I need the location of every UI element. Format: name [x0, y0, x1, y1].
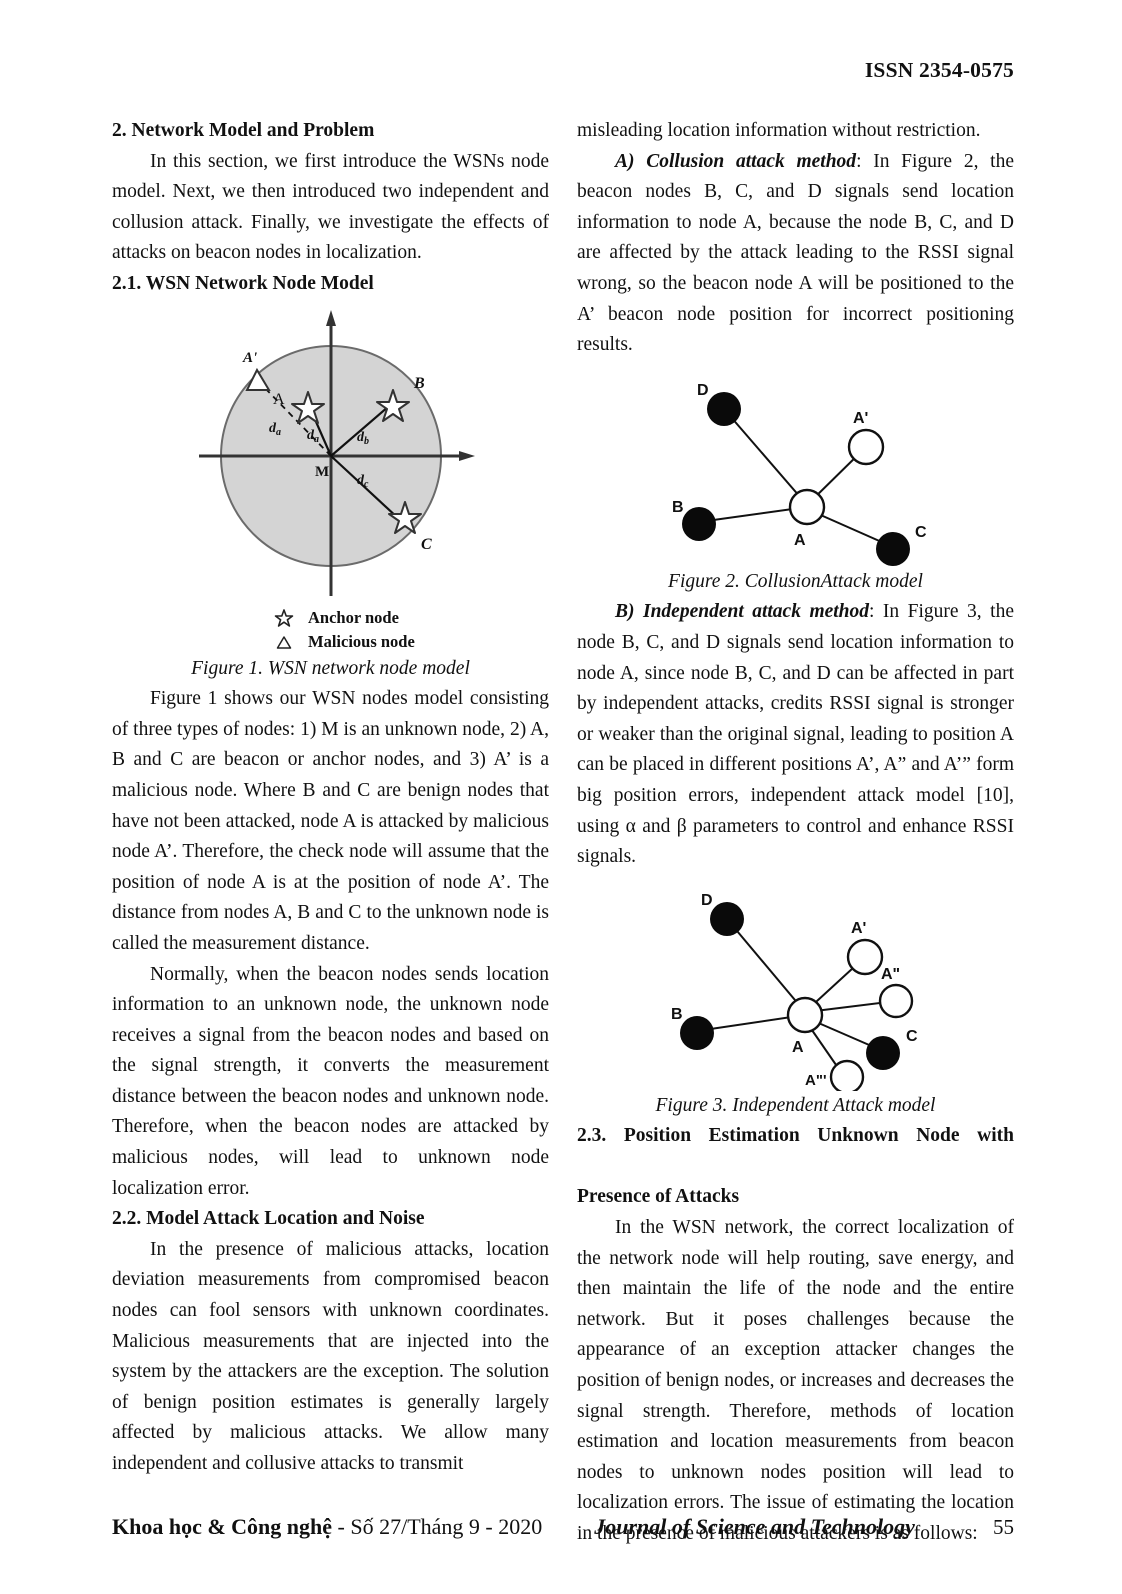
node-atripleprime-hollow	[829, 1059, 864, 1091]
label-node-a: A	[273, 391, 285, 408]
legend-label-malicious-node: Malicious node	[308, 632, 415, 652]
footer-journal-english: Journal of Science and Technology	[594, 1514, 915, 1539]
label-node-adoubleprime: A"	[881, 966, 900, 983]
label-independent-attack-method: B) Independent attack method	[615, 601, 870, 623]
legend-row-malicious: Malicious node	[274, 630, 549, 654]
footer-page-number: 55	[993, 1515, 1014, 1539]
label-node-b: B	[671, 1006, 683, 1023]
label-node-m: M	[315, 464, 329, 480]
figure-3-caption: Figure 3. Independent Attack model	[655, 1094, 936, 1116]
paragraph-intro: In this section, we first introduce the …	[112, 150, 549, 264]
legend-row-anchor: Anchor node	[274, 606, 549, 630]
left-column: 2. Network Model and Problem In this sec…	[112, 116, 549, 1480]
node-adoubleprime-hollow	[878, 983, 913, 1018]
figure-1-caption: Figure 1. WSN network node model	[191, 657, 470, 679]
label-node-d: D	[701, 892, 713, 909]
label-node-d: D	[697, 382, 709, 399]
heading-section-2-2: 2.2. Model Attack Location and Noise	[112, 1208, 425, 1230]
node-aprime-hollow	[847, 428, 884, 465]
heading-section-2: 2. Network Model and Problem	[112, 120, 375, 141]
legend-label-anchor-node: Anchor node	[308, 608, 399, 628]
label-node-c: C	[421, 536, 432, 553]
label-node-a: A	[794, 532, 806, 549]
y-axis-arrow	[325, 309, 336, 326]
node-b-filled	[679, 1015, 714, 1050]
node-c-filled	[875, 531, 910, 566]
heading-section-2-1: 2.1. WSN Network Node Model	[112, 272, 374, 294]
label-node-aprime: A'	[851, 920, 866, 937]
node-aprime-hollow	[846, 938, 883, 975]
node-a-hollow	[786, 996, 823, 1033]
label-node-b: B	[413, 375, 425, 392]
star-icon	[274, 608, 296, 628]
node-d-filled	[709, 901, 744, 936]
label-node-atripleprime: A"'	[805, 1072, 827, 1089]
footer-journal-vi-issue: - Số 27/Tháng 9 - 2020	[332, 1514, 543, 1539]
figure-2-collusion-attack-model: D A' B A C	[672, 382, 927, 566]
node-a-hollow	[788, 488, 825, 525]
figure-2-caption: Figure 2. CollusionAttack model	[668, 570, 923, 592]
link-d-a	[722, 408, 808, 506]
two-column-layout: 2. Network Model and Problem In this sec…	[112, 116, 1014, 1550]
paragraph-section-2-2: In the presence of malicious attacks, lo…	[112, 1238, 549, 1474]
text-independent-attack-method: : In Figure 3, the node B, C, and D sign…	[577, 601, 1014, 868]
figure-1-wsn-node-model: A' A B C M da da db dc	[112, 304, 549, 604]
node-d-filled	[706, 391, 741, 426]
label-node-c: C	[906, 1028, 918, 1045]
node-b-filled	[681, 506, 716, 541]
page-header-issn: ISSN 2354-0575	[864, 58, 1014, 82]
figure-1-legend: Anchor node Malicious node	[112, 606, 549, 654]
label-node-aprime: A'	[853, 410, 868, 427]
figure-3-independent-attack-model: D A' A" B A C A"'	[671, 892, 918, 1091]
heading-section-2-3-line1: 2.3. Position Estimation Unknown Node wi…	[577, 1125, 1014, 1147]
paragraph-figure-1-description: Figure 1 shows our WSN nodes model consi…	[112, 688, 549, 954]
figure-1-svg: A' A B C M da da db dc	[198, 309, 475, 596]
triangle-icon	[274, 632, 296, 652]
label-node-aprime: A'	[242, 350, 257, 366]
text-collusion-attack-method: : In Figure 2, the beacon nodes B, C, an…	[577, 150, 1014, 356]
paragraph-collusion-attack: A) Collusion attack method: In Figure 2,…	[577, 147, 1014, 361]
label-collusion-attack-method: A) Collusion attack method	[615, 150, 857, 172]
footer-journal-vi-bold: Khoa học & Công nghệ	[112, 1514, 333, 1539]
paragraph-section-2-3: In the WSN network, the correct localiza…	[577, 1217, 1014, 1544]
paragraph-continued-from-left: misleading location information without …	[577, 120, 981, 141]
document-page: ISSN 2354-0575 2. Network Model and Prob…	[0, 0, 1122, 1594]
node-c-filled	[865, 1035, 900, 1070]
label-node-c: C	[915, 524, 927, 541]
link-d-a	[725, 918, 806, 1013]
right-column: misleading location information without …	[577, 116, 1014, 1550]
label-node-a: A	[792, 1039, 804, 1056]
paragraph-independent-attack: B) Independent attack method: In Figure …	[577, 597, 1014, 872]
x-axis-arrow	[458, 450, 475, 461]
footer-journal-vietnamese: Khoa học & Công nghệ - Số 27/Tháng 9 - 2…	[112, 1514, 542, 1540]
heading-section-2-3-line2: Presence of Attacks	[577, 1186, 740, 1208]
label-node-b: B	[672, 499, 684, 516]
page-footer: Khoa học & Công nghệ - Số 27/Tháng 9 - 2…	[112, 1514, 1014, 1540]
paragraph-normally: Normally, when the beacon nodes sends lo…	[112, 963, 549, 1199]
